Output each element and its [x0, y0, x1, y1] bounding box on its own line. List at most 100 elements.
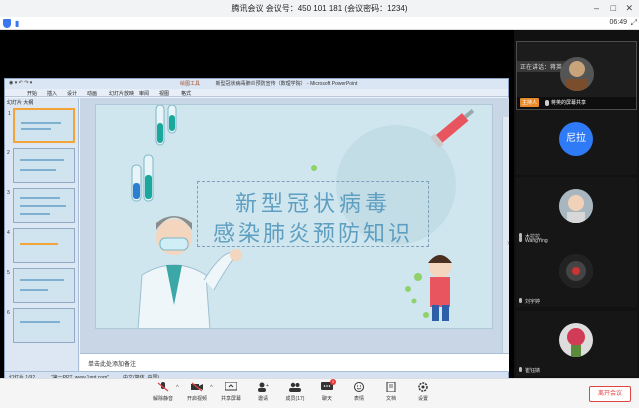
- chat-button[interactable]: 1 聊天: [312, 379, 342, 402]
- minimize-icon[interactable]: –: [594, 3, 599, 13]
- ppt-quick-access[interactable]: ◉ ▾ ↶ ↷ ▾: [9, 80, 32, 86]
- window-titlebar: 腾讯会议 会议号：450 101 181 (会议密码：1234) – □ ✕: [0, 0, 639, 17]
- slide-editing-area: 新型冠状病毒 感染肺炎预防知识: [80, 98, 509, 372]
- speaker-name-row: 蒋英的屏幕共享: [545, 99, 586, 106]
- document-icon: [386, 382, 396, 392]
- thumb-decor: [21, 122, 61, 124]
- slide-thumbnail[interactable]: 3: [7, 188, 75, 223]
- thumb-number: 6: [7, 310, 10, 316]
- documents-label: 文档: [385, 396, 396, 402]
- avatar-dot: [572, 267, 580, 275]
- current-slide[interactable]: 新型冠状病毒 感染肺炎预防知识: [95, 104, 493, 329]
- participant-name: 刘宇婷: [525, 299, 541, 305]
- doctor-hand: [230, 249, 242, 261]
- settings-button[interactable]: 设置: [408, 382, 438, 402]
- svg-text:+: +: [266, 383, 269, 389]
- ribbon-tab-1[interactable]: 插入: [47, 90, 57, 97]
- thumbnail-tabs[interactable]: 幻灯片 大纲: [7, 99, 33, 106]
- participant-tile[interactable]: 崔钰婧: [516, 311, 637, 376]
- mute-button[interactable]: 解除静音: [148, 382, 178, 402]
- share-screen-button[interactable]: 共享屏幕: [216, 382, 246, 402]
- slide-thumbnail[interactable]: 1: [8, 108, 75, 143]
- ribbon-tab-5[interactable]: 审阅: [139, 90, 149, 97]
- slide-thumbnail[interactable]: 2: [7, 148, 75, 183]
- slide-thumbnail[interactable]: 6: [7, 308, 75, 343]
- participant-label: 刘宇婷: [519, 298, 540, 305]
- germ-icon: [423, 312, 429, 318]
- settings-label: 设置: [417, 396, 428, 402]
- ppt-ribbon: 开始 插入 设计 动画 幻灯片放映 审阅 视图 格式: [5, 89, 508, 97]
- participant-label: 崔钰婧: [519, 367, 540, 374]
- avatar: 尼拉: [559, 122, 593, 156]
- slide-title-textbox[interactable]: 新型冠状病毒 感染肺炎预防知识: [197, 181, 429, 247]
- participant-tile[interactable]: WangYing 刘宇婷: [516, 237, 637, 307]
- test-tube-liquid: [157, 123, 163, 143]
- meeting-clock: 06:49: [609, 19, 627, 26]
- participant-tile[interactable]: 尼拉: [516, 110, 637, 175]
- avatar-body: [566, 79, 588, 91]
- slide-thumbnail-pane: 幻灯片 大纲 1 2 3 4 5 6: [5, 98, 79, 371]
- video-label: 开启视频: [186, 396, 207, 402]
- avatar: [559, 254, 593, 288]
- mic-icon: [545, 99, 549, 106]
- thumb-decor: [20, 321, 60, 323]
- child-leg: [432, 305, 439, 321]
- slide-thumbnail[interactable]: 5: [7, 268, 75, 303]
- chat-label: 聊天: [321, 396, 332, 402]
- child-leg: [442, 305, 449, 321]
- mute-label: 解除静音: [152, 396, 173, 402]
- thumb-number: 2: [7, 150, 10, 156]
- chevron-right-icon[interactable]: ›: [507, 238, 510, 247]
- ribbon-tab-3[interactable]: 动画: [87, 90, 97, 97]
- ppt-titlebar: ◉ ▾ ↶ ↷ ▾ 绘图工具 新型冠状病毒肺炎预防宣传（数理学院） - Micr…: [5, 79, 508, 89]
- ribbon-tab-7[interactable]: 格式: [181, 90, 191, 97]
- ribbon-tab-6[interactable]: 视图: [159, 90, 169, 97]
- thumb-decor: [20, 243, 58, 245]
- test-tube-liquid: [145, 175, 152, 199]
- mic-icon: [519, 367, 522, 372]
- close-icon[interactable]: ✕: [625, 3, 633, 13]
- members-button[interactable]: 成员(17): [280, 382, 310, 402]
- chevron-up-icon[interactable]: ^: [176, 385, 179, 391]
- avatar-head: [569, 61, 585, 77]
- notes-pane[interactable]: 单击此处添加备注: [80, 353, 509, 371]
- video-button[interactable]: 开启视频: [182, 382, 212, 402]
- ribbon-tab-2[interactable]: 设计: [67, 90, 77, 97]
- emoji-button[interactable]: 表情: [344, 382, 374, 402]
- thumb-decor: [20, 289, 48, 291]
- thumb-decor: [20, 159, 64, 161]
- active-speaker-tile[interactable]: 正在讲话：蒋英； 主持人 蒋英的屏幕共享: [516, 41, 637, 110]
- shield-icon[interactable]: [3, 19, 11, 28]
- slide-title-line1: 新型冠状病毒: [234, 192, 391, 217]
- invite-button[interactable]: + 邀请: [248, 382, 278, 402]
- thumb-number: 4: [7, 230, 10, 236]
- maximize-icon[interactable]: □: [611, 3, 616, 13]
- avatar-image: [559, 323, 593, 357]
- participants-panel: 正在讲话：蒋英； 主持人 蒋英的屏幕共享 尼拉 木拉拉 WangYing 刘宇婷…: [514, 30, 639, 378]
- test-tube-liquid: [169, 115, 175, 131]
- chevron-up-icon[interactable]: ^: [210, 385, 213, 391]
- avatar-flower: [567, 328, 585, 346]
- avatar-image: [559, 189, 593, 223]
- participant-name: 崔钰婧: [525, 368, 541, 374]
- thumb-decor: [21, 128, 51, 130]
- documents-button[interactable]: 文档: [376, 382, 406, 402]
- ribbon-tab-0[interactable]: 开始: [27, 90, 37, 97]
- ribbon-tab-4[interactable]: 幻灯片放映: [109, 90, 134, 97]
- thumb-number: 1: [8, 111, 11, 117]
- participant-label: WangYing: [519, 237, 548, 244]
- gear-icon: [418, 382, 428, 392]
- doctor-mask: [159, 237, 189, 251]
- leave-meeting-button[interactable]: 离开会议: [589, 386, 631, 402]
- fullscreen-icon[interactable]: ⤢: [631, 18, 637, 28]
- powerpoint-window: ◉ ▾ ↶ ↷ ▾ 绘图工具 新型冠状病毒肺炎预防宣传（数理学院） - Micr…: [4, 78, 509, 381]
- signal-icon[interactable]: ▮: [15, 19, 19, 28]
- participant-tile[interactable]: 木拉拉: [516, 177, 637, 242]
- speaker-name: 蒋英的屏幕共享: [551, 100, 587, 106]
- meeting-statusbar: ▮ 06:49 ⤢: [0, 17, 639, 30]
- germ-icon: [311, 165, 317, 171]
- test-tube-liquid: [133, 183, 140, 199]
- slide-thumbnail[interactable]: 4: [7, 228, 75, 263]
- avatar: [559, 323, 593, 357]
- shared-screen: ◉ ▾ ↶ ↷ ▾ 绘图工具 新型冠状病毒肺炎预防宣传（数理学院） - Micr…: [0, 30, 514, 381]
